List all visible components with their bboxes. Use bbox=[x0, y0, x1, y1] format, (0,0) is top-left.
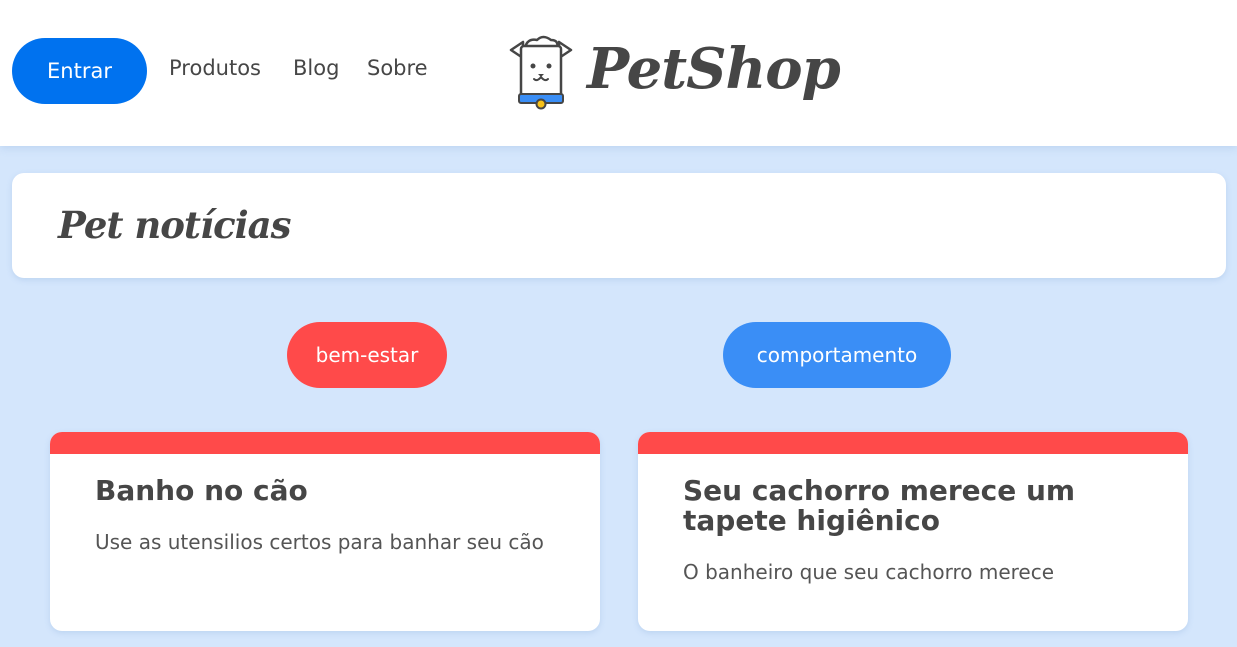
card-title: Seu cachorro merece um tapete higiênico bbox=[683, 474, 1076, 537]
dog-face-icon bbox=[509, 35, 573, 110]
card-title: Banho no cão bbox=[95, 474, 308, 507]
logo-text: PetShop bbox=[587, 36, 841, 102]
nav-link-produtos[interactable]: Produtos bbox=[169, 56, 261, 80]
nav-link-sobre[interactable]: Sobre bbox=[367, 56, 428, 80]
news-card[interactable]: Banho no cão Use as utensilios certos pa… bbox=[50, 432, 600, 631]
site-header: Entrar Produtos Blog Sobre PetShop bbox=[0, 0, 1237, 146]
page-title-card: Pet notícias bbox=[12, 173, 1226, 278]
logo[interactable]: PetShop bbox=[507, 30, 841, 125]
page-title: Pet notícias bbox=[58, 203, 291, 247]
tag-comportamento[interactable]: comportamento bbox=[723, 322, 951, 388]
news-card[interactable]: Seu cachorro merece um tapete higiênico … bbox=[638, 432, 1188, 631]
login-button[interactable]: Entrar bbox=[12, 38, 147, 104]
card-description: Use as utensilios certos para banhar seu… bbox=[95, 530, 544, 554]
tag-bem-estar[interactable]: bem-estar bbox=[287, 322, 447, 388]
card-description: O banheiro que seu cachorro merece bbox=[683, 560, 1055, 584]
card-color-bar bbox=[50, 432, 600, 454]
card-color-bar bbox=[638, 432, 1188, 454]
nav-link-blog[interactable]: Blog bbox=[293, 56, 339, 80]
